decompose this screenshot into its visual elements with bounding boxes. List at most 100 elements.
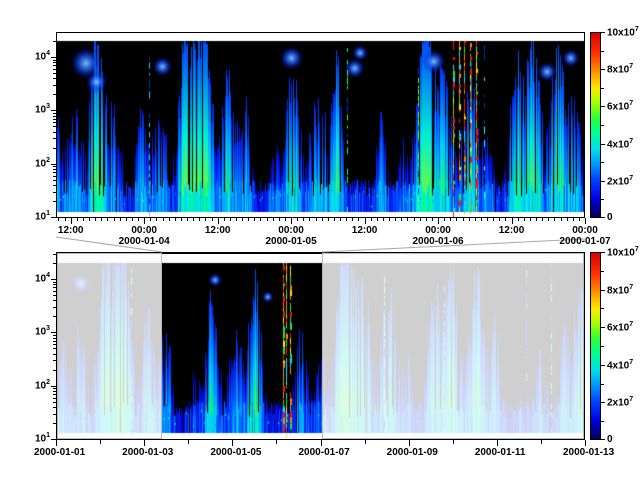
x-minor-tick [107,218,108,221]
x-tick-label: 00:00 [122,225,166,236]
y-minor-tick [53,407,56,408]
x-minor-tick [163,218,164,221]
x-minor-tick [487,218,488,221]
x-date-label: 2000-01-04 [111,236,177,247]
y-minor-tick [53,132,56,133]
x-minor-tick [114,218,115,221]
x-tick-label: 2000-01-11 [475,447,519,458]
colorbar-major-tick [601,365,605,366]
x-minor-tick [463,218,464,221]
colorbar-tick-label: 2x107 [607,176,633,187]
x-minor-tick [175,218,176,221]
colorbar-major-tick [601,106,605,107]
y-tick-label: 104 [20,51,50,62]
x-minor-tick [481,218,482,221]
x-minor-tick [224,218,225,221]
x-minor-tick [230,218,231,221]
x-major-tick [585,218,586,224]
x-minor-tick [138,218,139,221]
colorbar-major-tick [601,217,605,218]
x-minor-tick [542,218,543,221]
y-tick-label: 101 [20,211,50,222]
y-major-tick [51,110,56,111]
x-minor-tick [524,218,525,221]
x-minor-tick [536,218,537,221]
colorbar-major-tick [601,290,605,291]
colorbar-tick-label: 8x107 [607,285,633,296]
colorbar-tick-label: 2x107 [607,397,633,408]
colorbar-tick-label: 4x107 [607,139,633,150]
colorbar-major-tick [601,439,605,440]
y-minor-tick [53,119,56,120]
x-minor-tick [444,218,445,221]
y-minor-tick [53,360,56,361]
x-minor-tick [383,218,384,221]
x-minor-tick [420,218,421,221]
x-minor-tick [499,218,500,221]
colorbar-major-tick [601,402,605,403]
y-minor-tick [53,398,56,399]
time-selection-box[interactable] [162,252,322,440]
x-minor-tick [297,218,298,221]
y-minor-tick [53,176,56,177]
x-minor-tick [212,218,213,221]
y-minor-tick [53,300,56,301]
y-minor-tick [53,138,56,139]
x-minor-tick [432,218,433,221]
x-tick-label: 00:00 [269,225,313,236]
x-tick-label: 12:00 [490,225,534,236]
colorbar-minor-tick [601,125,604,126]
x-major-tick [321,440,322,446]
x-minor-tick [407,218,408,221]
x-minor-tick [316,218,317,221]
zoom-spectrogram-canvas[interactable] [57,33,584,217]
x-minor-tick [169,218,170,221]
x-minor-tick [132,218,133,221]
x-tick-label: 00:00 [563,225,607,236]
x-minor-tick [248,218,249,221]
y-tick-label: 103 [20,104,50,115]
y-major-tick [51,217,56,218]
y-tick-label: 104 [20,273,50,284]
x-minor-tick [77,218,78,221]
x-tick-label: 2000-01-05 [210,447,254,458]
x-minor-tick [453,440,454,444]
x-minor-tick [187,218,188,221]
x-major-tick [71,218,72,224]
y-tick-label: 103 [20,326,50,337]
y-minor-tick [53,41,56,42]
x-minor-tick [273,218,274,221]
y-minor-tick [53,166,56,167]
colorbar-major-tick [601,252,605,253]
x-minor-tick [254,218,255,221]
x-minor-tick [401,218,402,221]
y-minor-tick [53,414,56,415]
x-minor-tick [456,218,457,221]
colorbar-minor-tick [601,271,604,272]
x-minor-tick [120,218,121,221]
y-minor-tick [53,113,56,114]
x-minor-tick [541,440,542,444]
y-minor-tick [53,316,56,317]
colorbar-major-tick [601,32,605,33]
dimmed-region-right [322,253,584,439]
y-minor-tick [53,62,56,63]
y-minor-tick [53,391,56,392]
y-minor-tick [53,354,56,355]
y-minor-tick [53,116,56,117]
colorbar-minor-tick [601,51,604,52]
x-minor-tick [285,218,286,221]
x-date-label: 2000-01-06 [405,236,471,247]
x-tick-label: 12:00 [196,225,240,236]
colorbar-tick-label: 4x107 [607,360,633,371]
x-minor-tick [493,218,494,221]
x-minor-tick [352,218,353,221]
x-minor-tick [188,440,189,444]
y-minor-tick [53,201,56,202]
x-minor-tick [58,218,59,221]
y-minor-tick [53,172,56,173]
y-minor-tick [53,348,56,349]
x-major-tick [56,440,57,446]
x-minor-tick [101,218,102,221]
x-minor-tick [573,218,574,221]
